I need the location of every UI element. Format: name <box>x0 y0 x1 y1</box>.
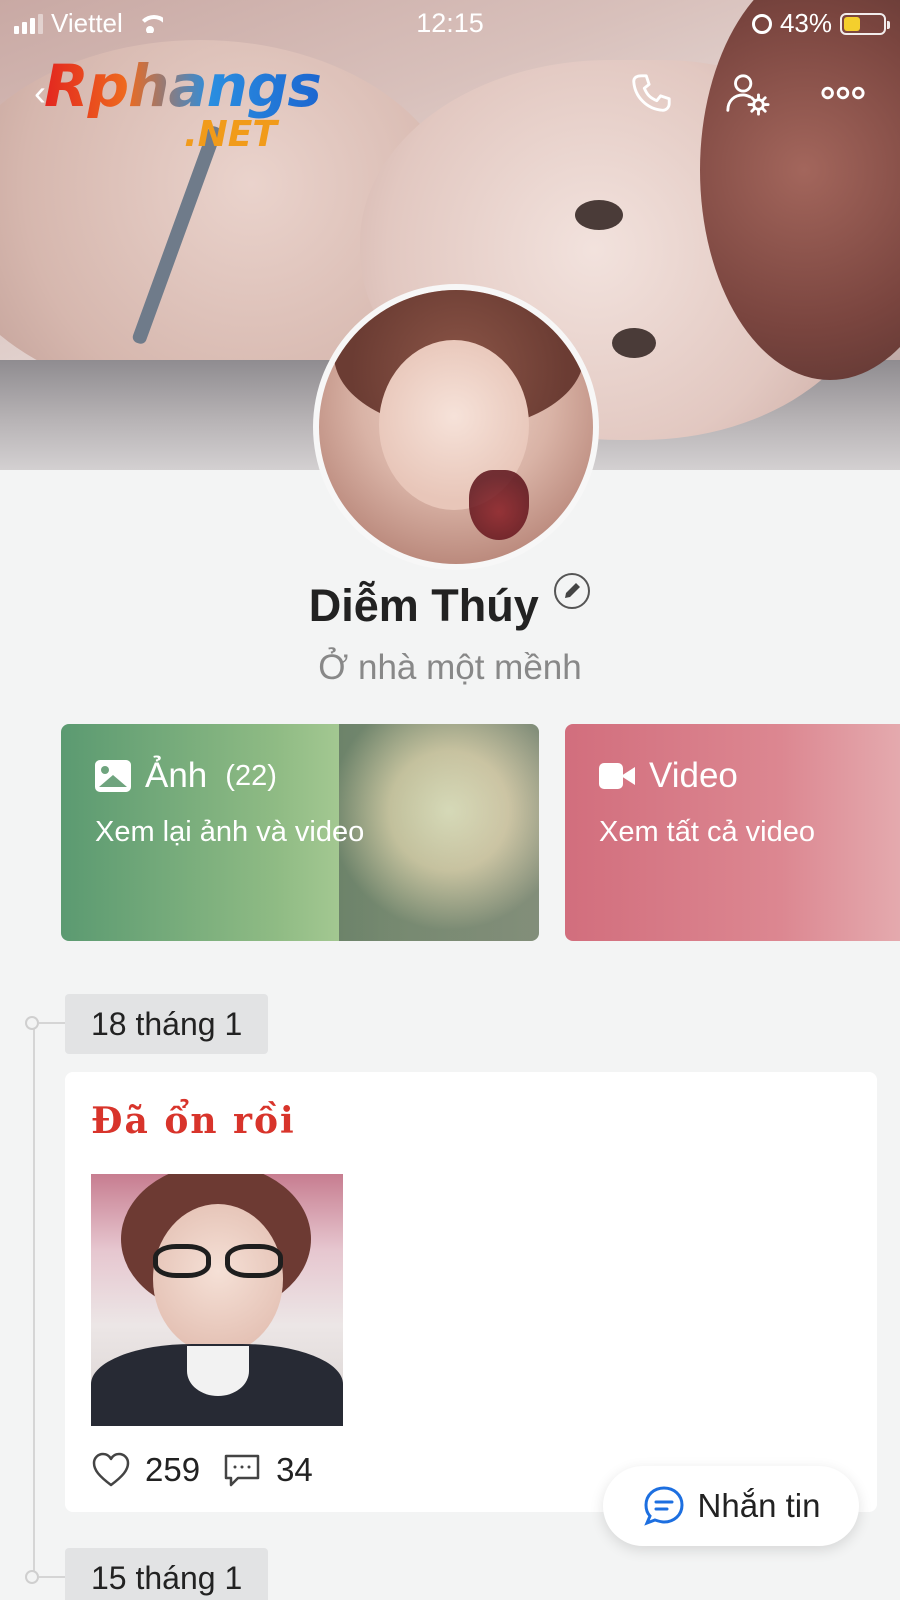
timeline-line <box>33 1022 35 1582</box>
watermark-logo: Rphangs .NET <box>44 52 324 162</box>
photos-card[interactable]: Ảnh (22) Xem lại ảnh và video <box>61 724 539 941</box>
comment-count: 34 <box>276 1451 313 1488</box>
cover-eye <box>575 200 623 230</box>
header-actions <box>628 70 866 116</box>
status-bar: Viettel 12:15 43% <box>0 0 900 46</box>
timeline-post[interactable]: Đã ổn rồi 259 34 <box>65 1072 877 1512</box>
battery-icon <box>840 12 890 35</box>
chat-bubble-icon <box>643 1486 684 1526</box>
user-settings-icon[interactable] <box>724 70 770 116</box>
logo-main-text: Rphangs <box>44 52 322 120</box>
timeline-dot <box>25 1570 39 1584</box>
photos-card-subtitle: Xem lại ảnh và video <box>95 816 365 848</box>
status-right: 43% <box>751 8 890 39</box>
like-count: 259 <box>145 1451 201 1488</box>
photos-card-title-row: Ảnh (22) <box>95 756 277 796</box>
videos-card-subtitle: Xem tất cả video <box>599 816 815 848</box>
logo-suffix-text: .NET <box>184 114 277 155</box>
post-stats: 259 34 <box>91 1450 313 1490</box>
message-button[interactable]: Nhắn tin <box>603 1466 859 1546</box>
edit-icon[interactable] <box>553 572 591 610</box>
photos-card-thumbnail <box>339 724 539 941</box>
photo-glasses <box>153 1244 283 1278</box>
date-chip: 18 tháng 1 <box>65 994 269 1054</box>
profile-name-row: Diễm Thúy <box>0 573 900 632</box>
videos-card[interactable]: Video Xem tất cả video <box>565 724 900 941</box>
image-icon <box>95 760 131 792</box>
videos-card-title: Video <box>649 756 738 795</box>
phone-icon[interactable] <box>628 70 674 116</box>
timeline-dot <box>25 1016 39 1030</box>
profile-name: Diễm Thúy <box>308 580 539 631</box>
photo-face <box>153 1204 283 1354</box>
wine-glass <box>469 470 529 540</box>
more-icon[interactable] <box>820 70 866 116</box>
photo-collar <box>187 1346 249 1396</box>
alarm-icon <box>751 13 772 34</box>
photos-card-count: (22) <box>225 759 277 792</box>
date-chip: 15 tháng 1 <box>65 1548 269 1600</box>
video-camera-icon <box>599 763 635 789</box>
comment-icon[interactable] <box>222 1450 262 1490</box>
heart-icon[interactable] <box>91 1450 131 1490</box>
battery-percent: 43% <box>779 8 832 38</box>
videos-card-title-row: Video <box>599 756 738 796</box>
post-photo[interactable] <box>91 1174 343 1426</box>
photos-card-title: Ảnh <box>145 756 208 795</box>
post-headline: Đã ổn rồi <box>91 1100 296 1142</box>
message-button-label: Nhắn tin <box>697 1487 821 1524</box>
avatar[interactable] <box>313 284 599 570</box>
cover-eye <box>612 328 656 358</box>
avatar-image <box>319 290 593 564</box>
profile-bio: Ở nhà một mềnh <box>318 648 582 687</box>
